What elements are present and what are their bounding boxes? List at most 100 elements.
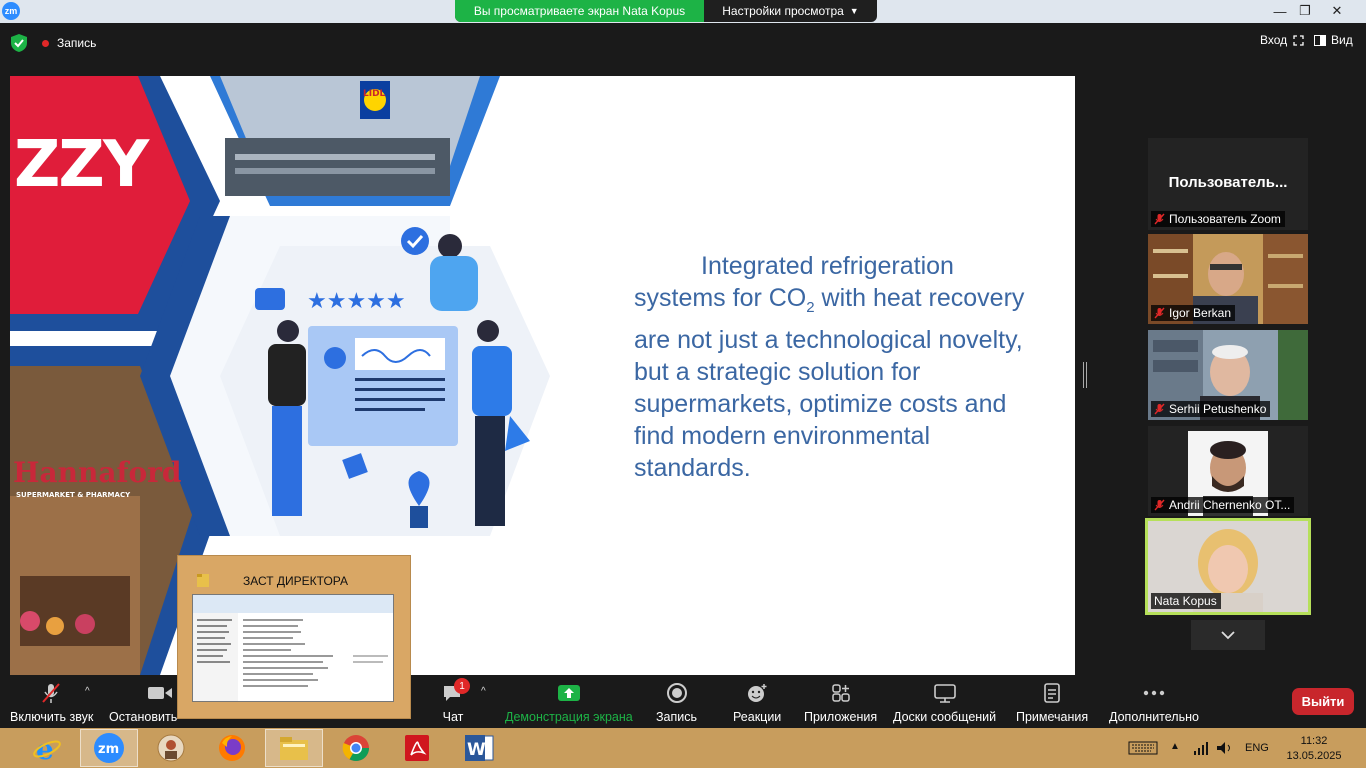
unmute-button[interactable]: Включить звук	[10, 680, 93, 724]
record-icon	[666, 683, 687, 703]
share-screen-label: Демонстрация экрана	[505, 710, 633, 724]
recording-dot-icon	[42, 39, 49, 47]
hannaford-sign: Hannaford	[13, 456, 182, 489]
apps-button[interactable]: Приложения	[804, 680, 877, 724]
slide-text: Integrated refrigeration systems for CO2…	[634, 252, 1025, 482]
preview-title: ЗАСТ ДИРЕКТОРА	[243, 574, 348, 588]
tray-expand-icon[interactable]: ▲	[1170, 741, 1180, 752]
volume-icon[interactable]	[1216, 741, 1234, 755]
notes-icon	[1044, 683, 1060, 703]
tray-clock[interactable]: 11:32 13.05.2025	[1286, 734, 1342, 764]
preview-thumbnail	[192, 594, 394, 702]
mic-muted-icon	[1154, 403, 1165, 415]
stop-video-button[interactable]: Остановить	[109, 680, 177, 724]
panel-splitter[interactable]	[1083, 362, 1087, 388]
mic-muted-icon	[1154, 307, 1165, 319]
file-explorer-icon	[280, 737, 308, 760]
whiteboard-icon	[933, 684, 956, 703]
taskbar-zoom[interactable]: zm	[80, 729, 138, 767]
unmute-label: Включить звук	[10, 710, 94, 724]
chevron-down-icon: ▼	[849, 6, 859, 16]
taskbar-firefox[interactable]	[203, 729, 261, 767]
user-folder-icon	[157, 734, 185, 762]
participant-header-name: Пользователь...	[1168, 174, 1288, 191]
tray-time: 11:32	[1300, 735, 1328, 747]
taskbar-window-preview[interactable]: ЗАСТ ДИРЕКТОРА	[177, 555, 411, 719]
restore-window-button[interactable]: ❐	[1290, 0, 1320, 22]
chrome-icon	[342, 735, 370, 762]
word-icon: W	[465, 735, 494, 761]
participant-tile[interactable]: Igor Berkan	[1148, 234, 1308, 324]
network-signal-icon[interactable]	[1193, 742, 1209, 755]
participant-tile[interactable]: Пользователь... Пользователь Zoom	[1148, 138, 1308, 230]
firefox-icon	[219, 735, 245, 761]
taskbar-acrobat[interactable]	[388, 729, 446, 767]
slide-logo-text: ZZY	[14, 128, 149, 202]
stop-video-label: Остановить	[109, 710, 178, 724]
notes-button[interactable]: Примечания	[1016, 680, 1088, 724]
smiley-reaction-icon	[748, 684, 767, 702]
participant-tile-active-speaker[interactable]: Nata Kopus	[1145, 518, 1311, 615]
tray-language[interactable]: ENG	[1245, 742, 1269, 754]
shared-screen: ★★★★★ ZZY Hannaford SUPERMARKET & PHARMA…	[10, 76, 1075, 675]
more-label: Дополнительно	[1109, 710, 1199, 724]
view-menu-button[interactable]: Вид	[1314, 33, 1353, 47]
taskbar-user-folder[interactable]	[142, 729, 200, 767]
view-settings-button[interactable]: Настройки просмотра ▼	[704, 0, 877, 22]
taskbar-chrome[interactable]	[327, 729, 385, 767]
enter-label: Вход	[1260, 33, 1288, 47]
enter-button[interactable]: Вход	[1260, 33, 1304, 47]
recording-indicator[interactable]: Запись	[42, 32, 96, 54]
participant-name-label: Nata Kopus	[1151, 593, 1221, 609]
chat-options-caret[interactable]: ^	[481, 686, 486, 697]
acrobat-icon	[405, 735, 429, 761]
mic-muted-icon	[1154, 213, 1165, 225]
notes-label: Примечания	[1016, 710, 1089, 724]
recording-label: Запись	[57, 36, 97, 50]
security-shield-icon[interactable]	[10, 33, 28, 53]
record-button[interactable]: Запись	[656, 680, 697, 724]
expand-participants-button[interactable]	[1191, 620, 1265, 650]
keyboard-icon[interactable]	[1128, 741, 1158, 755]
view-settings-label: Настройки просмотра	[722, 4, 844, 18]
viewing-share-label: Вы просматриваете экран Nata Kopus	[455, 0, 704, 22]
svg-text:★★★★★: ★★★★★	[307, 289, 406, 314]
reactions-button[interactable]: Реакции	[733, 680, 781, 724]
audio-options-caret[interactable]: ^	[85, 686, 90, 697]
tray-date: 13.05.2025	[1286, 750, 1342, 762]
view-label: Вид	[1331, 33, 1353, 47]
zoom-logo-icon: zm	[2, 2, 20, 20]
zoom-icon: zm	[94, 733, 124, 763]
more-button[interactable]: Дополнительно	[1109, 680, 1199, 724]
share-screen-icon	[557, 685, 580, 701]
lidl-logo: LIDL	[363, 89, 386, 99]
participant-tile[interactable]: Andrii Chernenko OT...	[1148, 426, 1308, 516]
mic-muted-icon	[1154, 499, 1165, 511]
taskbar-file-explorer[interactable]	[265, 729, 323, 767]
svg-text:zm: zm	[98, 742, 119, 757]
reactions-label: Реакции	[733, 710, 782, 724]
chat-label: Чат	[442, 710, 464, 724]
close-window-button[interactable]: ✕	[1322, 0, 1352, 22]
share-screen-button[interactable]: Демонстрация экрана	[505, 680, 633, 724]
fullscreen-icon	[1293, 34, 1304, 46]
record-label: Запись	[656, 710, 698, 724]
video-camera-icon	[148, 687, 172, 699]
more-dots-icon	[1143, 690, 1165, 696]
hannaford-sign-sub: SUPERMARKET & PHARMACY	[16, 491, 131, 499]
internet-explorer-icon: e	[33, 733, 61, 763]
participant-name-label: Igor Berkan	[1151, 305, 1236, 321]
participant-tile[interactable]: Serhii Petushenko	[1148, 330, 1308, 420]
whiteboards-button[interactable]: Доски сообщений	[893, 680, 996, 724]
mic-muted-icon	[42, 683, 60, 703]
apps-icon	[831, 684, 850, 702]
leave-meeting-button[interactable]: Выйти	[1292, 688, 1354, 715]
folder-icon	[197, 574, 209, 587]
apps-label: Приложения	[804, 710, 878, 724]
taskbar-word[interactable]: W	[450, 729, 508, 767]
participant-name-label: Serhii Petushenko	[1151, 401, 1271, 417]
participant-name-label: Пользователь Zoom	[1151, 211, 1285, 227]
chat-button[interactable]: 1 Чат	[440, 678, 470, 724]
chevron-down-icon	[1221, 631, 1235, 640]
taskbar-internet-explorer[interactable]: e	[18, 729, 76, 767]
